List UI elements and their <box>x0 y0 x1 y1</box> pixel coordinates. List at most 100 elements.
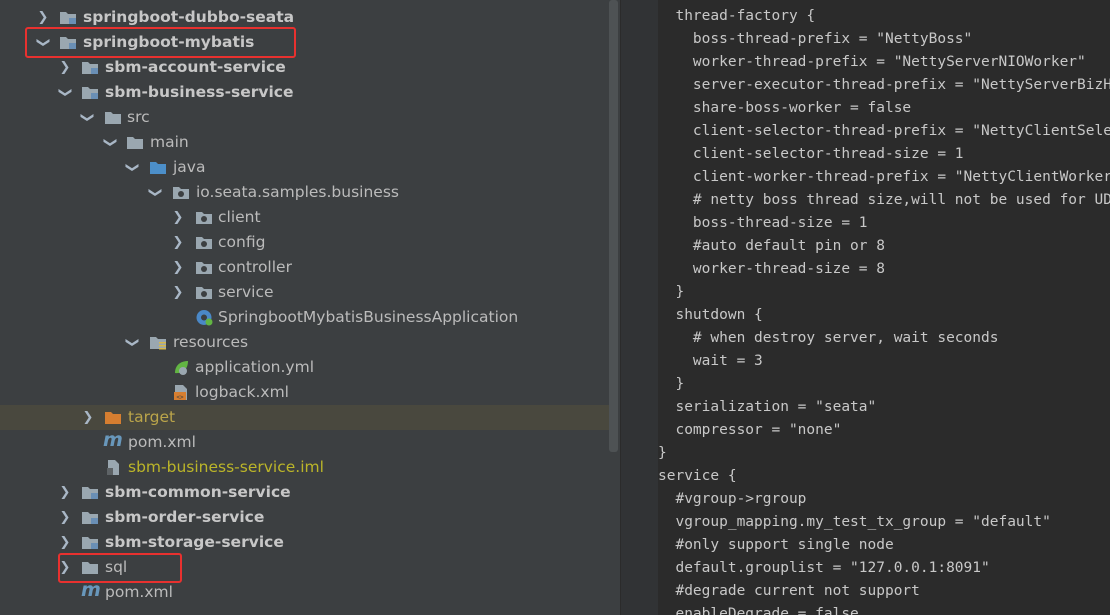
maven-icon: m <box>81 579 101 601</box>
tree-item-label: src <box>127 108 150 126</box>
tree-item-label: pom.xml <box>128 433 196 451</box>
tree-row[interactable]: ❯ sbm-business-service <box>0 80 620 105</box>
tree-row-selected[interactable]: ❯ target <box>0 405 618 430</box>
tree-row[interactable]: ❯ service <box>0 280 620 305</box>
chevron-down-icon[interactable]: ❯ <box>98 136 123 150</box>
chevron-right-icon[interactable]: ❯ <box>171 280 185 305</box>
maven-icon: m <box>103 429 123 451</box>
tree-item-label: sbm-business-service.iml <box>128 458 324 476</box>
package-icon <box>196 237 212 249</box>
module-folder-icon <box>60 12 76 24</box>
chevron-right-icon[interactable]: ❯ <box>171 255 185 280</box>
code-line: enableDegrade = false <box>658 606 859 615</box>
editor-gutter <box>620 0 659 615</box>
chevron-right-icon[interactable]: ❯ <box>171 230 185 255</box>
code-line: client-selector-thread-size = 1 <box>658 146 964 162</box>
code-line: vgroup_mapping.my_test_tx_group = "defau… <box>658 514 1051 530</box>
tree-item-label: SpringbootMybatisBusinessApplication <box>218 308 519 326</box>
code-line: # when destroy server, wait seconds <box>658 330 999 346</box>
code-line: share-boss-worker = false <box>658 100 912 116</box>
tree-item-label: sbm-common-service <box>105 483 291 501</box>
chevron-down-icon[interactable]: ❯ <box>53 86 78 100</box>
tree-item-label: config <box>218 233 266 251</box>
tree-row[interactable]: ❯ sbm-account-service <box>0 55 620 80</box>
resources-folder-icon <box>150 337 166 350</box>
tree-row[interactable]: ❯ io.seata.samples.business <box>0 180 620 205</box>
tree-item-label: sbm-business-service <box>105 83 294 101</box>
project-tree: ❯ springboot-dubbo-seata ❯ springboot-my… <box>0 0 620 615</box>
svg-text:<>: <> <box>176 394 184 401</box>
code-line: boss-thread-prefix = "NettyBoss" <box>658 31 973 47</box>
code-line: service { <box>658 468 737 484</box>
excluded-folder-icon <box>105 412 121 424</box>
chevron-right-icon[interactable]: ❯ <box>81 405 95 430</box>
spring-boot-class-icon <box>196 310 213 326</box>
code-line: #degrade current not support <box>658 583 920 599</box>
code-line: } <box>658 445 667 461</box>
tree-item-label: java <box>173 158 206 176</box>
tree-row[interactable]: ❯ resources <box>0 330 620 355</box>
tree-item-label: pom.xml <box>105 583 173 601</box>
tree-row[interactable]: ❯ src <box>0 105 620 130</box>
tree-row[interactable]: SpringbootMybatisBusinessApplication <box>0 305 620 330</box>
tree-item-label: sbm-storage-service <box>105 533 284 551</box>
module-folder-icon <box>82 512 98 524</box>
code-line: #vgroup->rgroup <box>658 491 807 507</box>
code-line: #only support single node <box>658 537 894 553</box>
module-folder-icon <box>82 87 98 99</box>
code-line: default.grouplist = "127.0.0.1:8091" <box>658 560 990 576</box>
tree-item-label: resources <box>173 333 249 351</box>
chevron-down-icon[interactable]: ❯ <box>75 111 100 125</box>
code-editor[interactable]: thread-factory { boss-thread-prefix = "N… <box>658 0 1110 615</box>
code-line: boss-thread-size = 1 <box>658 215 868 231</box>
tree-item-label: controller <box>218 258 292 276</box>
code-line: thread-factory { <box>658 8 816 24</box>
package-icon <box>196 212 212 224</box>
chevron-right-icon[interactable]: ❯ <box>58 530 72 555</box>
tree-row[interactable]: ❯ client <box>0 205 620 230</box>
tree-item-label: sbm-order-service <box>105 508 265 526</box>
tree-scrollbar-thumb[interactable] <box>609 0 618 452</box>
code-line: client-selector-thread-prefix = "NettyCl… <box>658 123 1110 139</box>
tree-row[interactable]: m pom.xml <box>0 580 620 605</box>
tree-row[interactable]: ❯ sbm-common-service <box>0 480 620 505</box>
code-line: shutdown { <box>658 307 763 323</box>
package-icon <box>196 287 212 299</box>
chevron-down-icon[interactable]: ❯ <box>120 161 145 175</box>
tree-row[interactable]: <> logback.xml <box>0 380 620 405</box>
tree-row[interactable]: ❯ sbm-storage-service <box>0 530 620 555</box>
tree-item-label: application.yml <box>195 358 315 376</box>
chevron-right-icon[interactable]: ❯ <box>171 205 185 230</box>
code-line: worker-thread-prefix = "NettyServerNIOWo… <box>658 54 1086 70</box>
chevron-down-icon[interactable]: ❯ <box>120 336 145 350</box>
tree-row[interactable]: m pom.xml <box>0 430 620 455</box>
tree-row[interactable]: ❯ main <box>0 130 620 155</box>
chevron-right-icon[interactable]: ❯ <box>58 55 72 80</box>
chevron-down-icon[interactable]: ❯ <box>143 186 168 200</box>
tree-row[interactable]: ❯ controller <box>0 255 620 280</box>
tree-row[interactable]: ❯ config <box>0 230 620 255</box>
source-folder-icon <box>150 162 166 174</box>
chevron-right-icon[interactable]: ❯ <box>58 505 72 530</box>
code-line: compressor = "none" <box>658 422 842 438</box>
code-line: server-executor-thread-prefix = "NettySe… <box>692 77 1110 93</box>
code-line: # netty boss thread size,will not be use… <box>658 192 1110 208</box>
folder-icon <box>127 137 143 149</box>
code-line: worker-thread-size = 8 <box>658 261 885 277</box>
tree-item-label: service <box>218 283 274 301</box>
highlight-box-springboot-mybatis <box>25 27 296 58</box>
tree-item-label: logback.xml <box>195 383 289 401</box>
code-line: wait = 3 <box>658 353 763 369</box>
module-folder-icon <box>82 537 98 549</box>
tree-row[interactable]: application.yml <box>0 355 620 380</box>
tree-row[interactable]: ❯ sbm-order-service <box>0 505 620 530</box>
tree-item-label: main <box>150 133 189 151</box>
spring-yml-icon <box>175 361 188 375</box>
chevron-right-icon[interactable]: ❯ <box>58 480 72 505</box>
iml-file-icon <box>107 460 119 475</box>
tree-row[interactable]: sbm-business-service.iml <box>0 455 620 480</box>
tree-row[interactable]: ❯ java <box>0 155 620 180</box>
tree-item-label: sbm-account-service <box>105 58 286 76</box>
folder-icon <box>105 112 121 124</box>
highlight-box-sql <box>58 553 182 583</box>
